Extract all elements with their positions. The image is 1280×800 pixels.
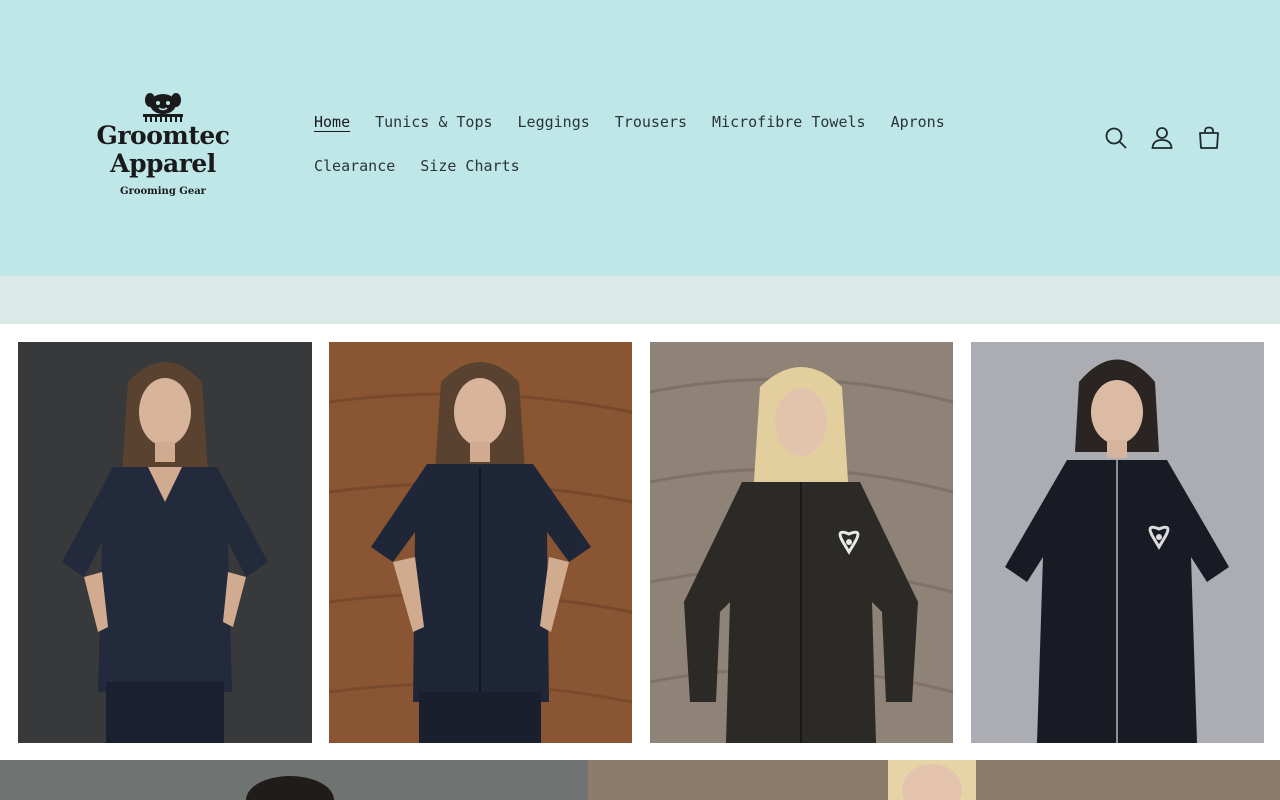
dog-logo-icon — [143, 93, 183, 122]
product-card-1[interactable] — [18, 342, 312, 743]
nav-row-2: Clearance Size Charts — [314, 144, 1014, 188]
announcement-band — [0, 276, 1280, 324]
logo-name-line1: Groomtec — [96, 121, 231, 150]
nav-item-leggings[interactable]: Leggings — [518, 113, 590, 131]
product-image-4 — [971, 342, 1264, 743]
main-nav: Home Tunics & Tops Leggings Trousers Mic… — [314, 100, 1014, 188]
collection-image-left[interactable] — [0, 760, 588, 800]
nav-item-tunics-tops[interactable]: Tunics & Tops — [375, 113, 492, 131]
collection-image-right[interactable] — [588, 760, 1280, 800]
logo-tagline: Grooming Gear — [120, 186, 206, 197]
product-card-3[interactable] — [650, 342, 953, 743]
product-grid — [0, 324, 1280, 760]
nav-item-trousers[interactable]: Trousers — [615, 113, 687, 131]
search-icon — [1105, 127, 1127, 149]
product-card-2[interactable] — [329, 342, 632, 743]
collection-image-left-art — [0, 760, 588, 800]
cart-icon — [1199, 126, 1219, 149]
nav-item-size-charts[interactable]: Size Charts — [420, 157, 519, 175]
collection-image-right-art — [588, 760, 1280, 800]
site-header: Groomtec Apparel Grooming Gear Home Tuni… — [0, 0, 1280, 276]
nav-item-microfibre-towels[interactable]: Microfibre Towels — [712, 113, 866, 131]
nav-item-aprons[interactable]: Aprons — [891, 113, 945, 131]
logo-name-line2: Apparel — [110, 149, 216, 178]
product-card-4[interactable] — [971, 342, 1264, 743]
product-image-2 — [329, 342, 632, 743]
account-icon — [1151, 127, 1173, 149]
logo[interactable]: Groomtec Apparel Grooming Gear — [96, 92, 230, 218]
nav-item-clearance[interactable]: Clearance — [314, 157, 395, 175]
nav-item-home[interactable]: Home — [314, 113, 350, 131]
account-button[interactable] — [1144, 120, 1180, 156]
cart-button[interactable] — [1191, 120, 1227, 156]
search-button[interactable] — [1098, 120, 1134, 156]
product-image-1 — [18, 342, 312, 743]
nav-row-1: Home Tunics & Tops Leggings Trousers Mic… — [314, 100, 1014, 144]
product-image-3 — [650, 342, 953, 743]
